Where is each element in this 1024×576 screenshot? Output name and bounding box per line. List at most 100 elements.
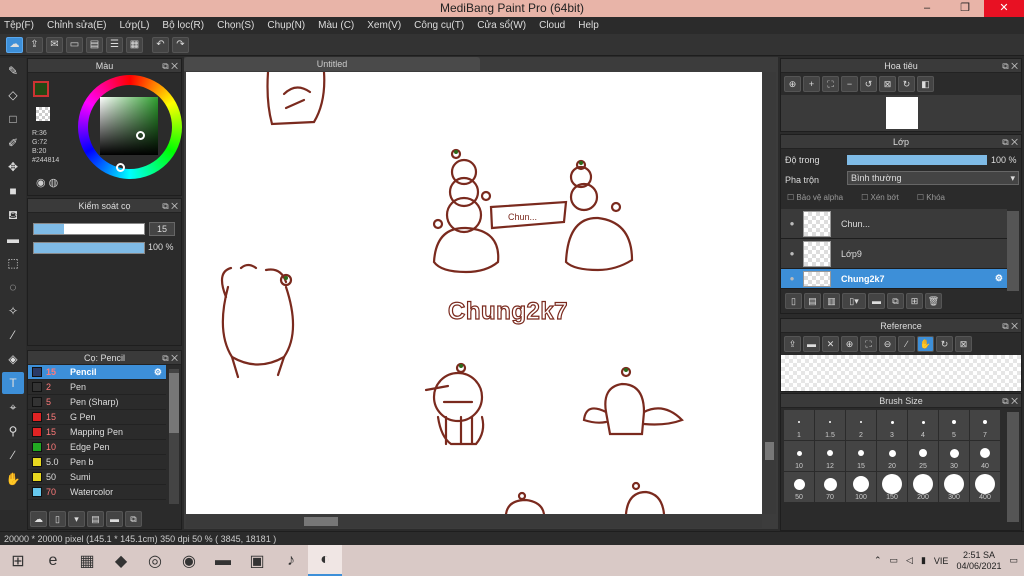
eye-icon[interactable]: ● [781,249,803,258]
panel-options-icon[interactable]: ⧉ ✕ [1002,59,1018,73]
protect-alpha-checkbox[interactable]: ☐ Bảo vệ alpha [787,193,843,202]
menu-view[interactable]: Xem(V) [367,20,401,31]
operation-tool-icon[interactable]: ⌖ [2,396,24,418]
brush-size-option[interactable]: 50 [784,472,814,502]
pen-tool-icon[interactable]: ✐ [2,132,24,154]
brush-item[interactable]: 5 Pen (Sharp) [28,395,166,410]
tiktok-icon[interactable]: ♪ [274,545,308,576]
brush-size-option[interactable]: 5 [939,410,969,440]
cloud-icon[interactable]: ☁ [6,36,23,53]
brush-list-scrollbar[interactable] [169,369,179,504]
background-color-swatch[interactable] [36,107,50,121]
panel-options-icon[interactable]: ⧉ ✕ [162,351,178,365]
rotate-icon[interactable]: ↻ [936,336,953,352]
reference-preview[interactable] [781,355,1021,391]
layer-row-selected[interactable]: ● Chung2k7 ⚙ [781,269,1007,289]
language-indicator[interactable]: VIE [934,556,949,566]
brush-size-option[interactable]: 2 [846,410,876,440]
layer-opacity-slider[interactable] [847,155,987,165]
rotate-right-icon[interactable]: ↻ [898,76,915,92]
fit-window-icon[interactable]: ⊠ [879,76,896,92]
chevron-up-icon[interactable]: ⌃ [874,555,882,566]
actual-size-icon[interactable]: ⛶ [860,336,877,352]
network-icon[interactable]: ▭ [890,555,899,566]
brush-size-option[interactable]: 1.5 [815,410,845,440]
menu-window[interactable]: Cửa sổ(W) [477,20,526,31]
brush-size-option[interactable]: 7 [970,410,1000,440]
rectangle-tool-icon[interactable]: □ [2,108,24,130]
new-layer-8bit-icon[interactable]: ▥ [823,293,840,309]
canvas-horizontal-scrollbar[interactable] [186,515,762,528]
menu-file[interactable]: Tệp(F) [4,20,34,31]
brush-size-option[interactable]: 12 [815,441,845,471]
gradient-tool-icon[interactable]: ▬ [2,228,24,250]
brush-size-option[interactable]: 400 [970,472,1000,502]
panel-options-icon[interactable]: ⧉ ✕ [162,59,178,73]
panel-options-icon[interactable]: ⧉ ✕ [162,199,178,213]
bucket-tool-icon[interactable]: ⛾ [2,204,24,226]
hue-handle[interactable] [116,163,125,172]
new-brush-icon[interactable]: ▯ [49,511,66,527]
hand-tool-icon[interactable]: ✋ [2,468,24,490]
flip-icon[interactable]: ◧ [917,76,934,92]
brush-item[interactable]: 15 Mapping Pen [28,425,166,440]
list-icon[interactable]: ☰ [106,36,123,53]
saturation-square[interactable] [100,97,158,155]
medibang-taskbar-icon[interactable]: ◐ [308,545,342,576]
fit-icon[interactable]: ⊠ [955,336,972,352]
gear-icon[interactable]: ⚙ [154,367,162,378]
add-layer-menu-icon[interactable]: ▯▾ [842,293,866,309]
undo-icon[interactable]: ↶ [152,36,169,53]
internet-explorer-icon[interactable]: e [36,545,70,576]
document-icon[interactable]: ▤ [86,36,103,53]
blend-mode-select[interactable]: Bình thường ▾ [847,171,1019,185]
brush-item[interactable]: 5.0 Pen b [28,455,166,470]
share-icon[interactable]: ⇪ [26,36,43,53]
brush-size-option[interactable]: 200 [908,472,938,502]
panel-options-icon[interactable]: ⧉ ✕ [1002,394,1018,408]
grid-icon[interactable]: ▦ [126,36,143,53]
windows-start-icon[interactable]: ⊞ [0,545,36,576]
merge-layer-icon[interactable]: ⊞ [906,293,923,309]
menu-tools[interactable]: Công cụ(T) [414,20,464,31]
zoom-in-icon[interactable]: + [803,76,820,92]
menu-edit[interactable]: Chỉnh sửa(E) [47,20,107,31]
brush-size-option[interactable]: 70 [815,472,845,502]
brush-item[interactable]: 70 Watercolor [28,485,166,500]
redo-icon[interactable]: ↷ [172,36,189,53]
brush-item[interactable]: 2 Pen [28,380,166,395]
brush-size-option[interactable]: 150 [877,472,907,502]
battery-icon[interactable]: ▮ [921,555,926,566]
maximize-button[interactable]: ❐ [952,0,978,17]
gear-icon[interactable]: ⚙ [995,273,1003,284]
zoom-fit-icon[interactable]: ⊕ [784,76,801,92]
clock[interactable]: 2:51 SA 04/06/2021 [956,550,1001,572]
brush-item[interactable]: 15 Pencil ⚙ [28,365,166,380]
select-pen-icon[interactable]: ⁄ [2,324,24,346]
menu-select[interactable]: Chọn(S) [217,20,254,31]
rotate-left-icon[interactable]: ↺ [860,76,877,92]
brush-size-option[interactable]: 30 [939,441,969,471]
brush-size-option[interactable]: 100 [846,472,876,502]
layer-folder-icon[interactable]: ▬ [868,293,885,309]
delete-layer-icon[interactable]: 🗑 [925,293,942,309]
select-eraser-icon[interactable]: ◈ [2,348,24,370]
close-button[interactable]: ✕ [984,0,1024,17]
brush-size-slider[interactable] [33,223,145,235]
foreground-color-swatch[interactable] [33,81,49,97]
navigator-preview[interactable] [781,95,1021,131]
panel-options-icon[interactable]: ⧉ ✕ [1002,135,1018,149]
chat-icon[interactable]: ✉ [46,36,63,53]
brush-item[interactable]: 50 Sumi [28,470,166,485]
layer-scrollbar[interactable] [1007,211,1019,291]
brush-size-option[interactable]: 3 [877,410,907,440]
zoom-out-icon[interactable]: ⊖ [879,336,896,352]
brush-tool-icon[interactable]: ✎ [2,60,24,82]
eyedropper-icon[interactable]: ∕ [2,444,24,466]
add-brush-icon[interactable]: ▾ [68,511,85,527]
powerpoint-icon[interactable]: ▣ [240,545,274,576]
lock-checkbox[interactable]: ☐ Khóa [917,193,945,202]
open-folder-icon[interactable]: ▬ [803,336,820,352]
new-layer-icon[interactable]: ▯ [785,293,802,309]
chrome-icon[interactable]: ◎ [138,545,172,576]
